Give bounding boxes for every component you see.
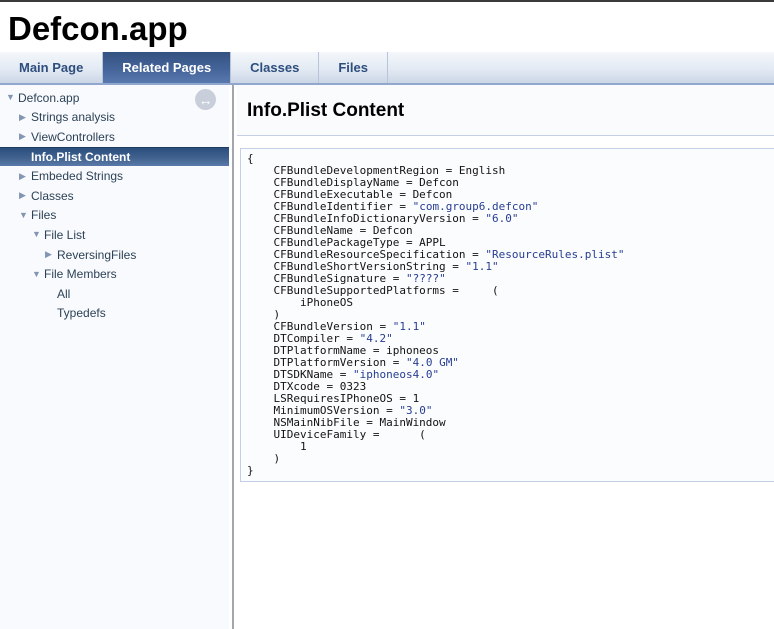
tab-label: Main Page [19,60,83,75]
nav-item-label: ReversingFiles [57,248,136,262]
content-pane: Info.Plist Content { CFBundleDevelopment… [237,85,774,629]
plist-code-block: { CFBundleDevelopmentRegion = English CF… [240,148,774,482]
nav-sync-icon[interactable]: ↔ [195,89,216,110]
tab-label: Files [338,60,368,75]
nav-item-label: Classes [31,189,74,203]
nav-item-reversingfiles[interactable]: ▶ReversingFiles [0,245,229,265]
page-contents: { CFBundleDevelopmentRegion = English CF… [237,136,774,482]
nav-item-label: Embeded Strings [31,169,123,183]
plist-string-value: "iphoneos4.0" [353,368,439,381]
nav-item-typedefs[interactable]: Typedefs [0,304,229,324]
sidebar-splitter[interactable] [229,85,237,629]
plist-string-value: "1.1" [393,320,426,333]
nav-item-label: All [57,287,70,301]
nav-item-classes[interactable]: ▶Classes [0,186,229,206]
nav-item-label: Defcon.app [18,91,79,105]
chevron-right-icon[interactable]: ▶ [18,172,31,181]
nav-tree: ▼Defcon.app▶Strings analysis▶ViewControl… [0,88,229,323]
nav-item-label: Info.Plist Content [31,150,130,164]
nav-tree-sidebar: ↔ ▼Defcon.app▶Strings analysis▶ViewContr… [0,85,229,629]
nav-item-label: Typedefs [57,306,106,320]
nav-item-label: File List [44,228,85,242]
page-title: Info.Plist Content [247,100,764,122]
nav-item-label: ViewControllers [31,130,115,144]
main-layout: ↔ ▼Defcon.app▶Strings analysis▶ViewContr… [0,85,774,629]
nav-item-viewcontrollers[interactable]: ▶ViewControllers [0,127,229,147]
nav-item-info-plist-content[interactable]: Info.Plist Content [0,147,229,167]
chevron-right-icon[interactable]: ▶ [18,113,31,122]
plist-string-value: "6.0" [485,212,518,225]
plist-string-value: "????" [406,272,446,285]
tab-classes[interactable]: Classes [231,52,319,83]
tab-label: Classes [250,60,299,75]
nav-item-label: Files [31,208,56,222]
chevron-right-icon[interactable]: ▶ [18,132,31,141]
nav-item-label: Strings analysis [31,110,115,124]
title-bar: Defcon.app [0,2,774,52]
chevron-down-icon[interactable]: ▼ [31,230,44,239]
plist-string-value: "3.0" [399,404,432,417]
chevron-down-icon[interactable]: ▼ [5,93,18,102]
project-title: Defcon.app [8,10,188,47]
splitter-line [232,85,234,629]
tab-label: Related Pages [122,60,211,75]
tab-main-page[interactable]: Main Page [0,52,103,83]
nav-item-strings-analysis[interactable]: ▶Strings analysis [0,108,229,128]
nav-item-file-list[interactable]: ▼File List [0,225,229,245]
content-header: Info.Plist Content [237,85,774,136]
nav-item-embeded-strings[interactable]: ▶Embeded Strings [0,166,229,186]
plist-string-value: "ResourceRules.plist" [485,248,624,261]
nav-item-all[interactable]: All [0,284,229,304]
nav-item-label: File Members [44,267,117,281]
tab-files[interactable]: Files [319,52,388,83]
chevron-down-icon[interactable]: ▼ [18,211,31,220]
tab-bar: Main Page Related Pages Classes Files [0,52,774,85]
nav-item-file-members[interactable]: ▼File Members [0,264,229,284]
plist-string-value: "com.group6.defcon" [413,200,539,213]
plist-string-value: "4.2" [360,332,393,345]
nav-item-files[interactable]: ▼Files [0,206,229,226]
chevron-down-icon[interactable]: ▼ [31,270,44,279]
tab-related-pages[interactable]: Related Pages [103,52,231,83]
plist-string-value: "1.1" [466,260,499,273]
chevron-right-icon[interactable]: ▶ [44,250,57,259]
chevron-right-icon[interactable]: ▶ [18,191,31,200]
